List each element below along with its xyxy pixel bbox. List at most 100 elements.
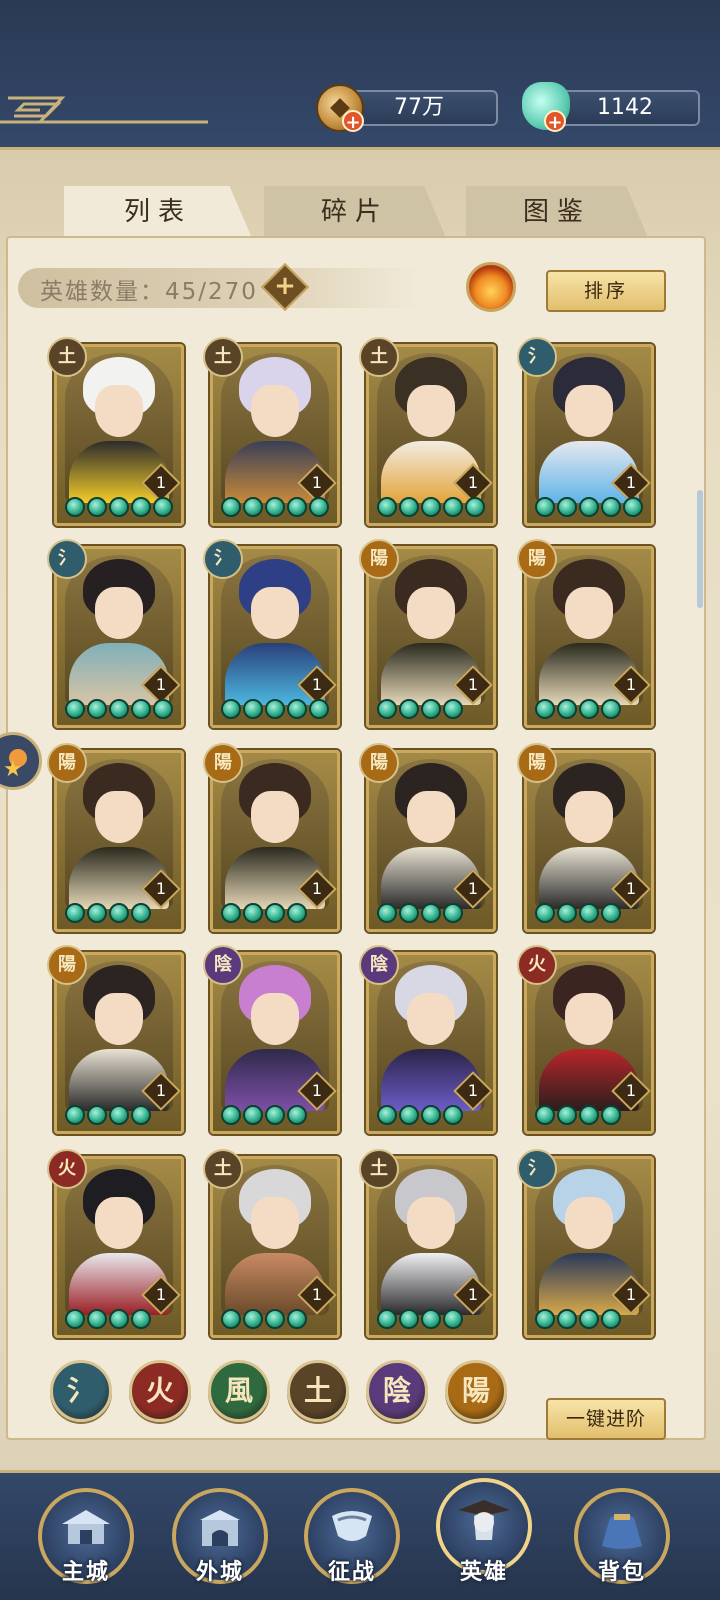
hero-level: 1 bbox=[311, 473, 323, 492]
jade-star-icon bbox=[465, 497, 485, 517]
jade-star-icon bbox=[579, 1309, 599, 1329]
fire-element-icon: 火 bbox=[517, 945, 557, 985]
hero-stars bbox=[535, 903, 621, 925]
water-element-icon: 氵 bbox=[203, 539, 243, 579]
jade-star-icon bbox=[243, 699, 263, 719]
jade-star-icon bbox=[131, 1309, 151, 1329]
yang-element-icon: 陽 bbox=[359, 539, 399, 579]
hero-card[interactable]: 陽1 bbox=[517, 539, 654, 728]
add-coin-icon[interactable]: + bbox=[342, 110, 364, 133]
hero-stars bbox=[65, 1309, 151, 1331]
hero-stars bbox=[535, 1309, 621, 1331]
jade-star-icon bbox=[221, 497, 241, 517]
hero-card[interactable]: 氵1 bbox=[517, 1149, 654, 1338]
jade-star-icon bbox=[443, 497, 463, 517]
plus-icon: + bbox=[274, 271, 296, 301]
hero-stars bbox=[377, 903, 463, 925]
hero-card[interactable]: 土1 bbox=[203, 337, 340, 526]
jade-star-icon bbox=[287, 903, 307, 923]
hero-card[interactable]: 土1 bbox=[359, 337, 496, 526]
hero-card[interactable]: 陽1 bbox=[203, 743, 340, 932]
jade-star-icon bbox=[109, 1105, 129, 1125]
jade-star-icon bbox=[287, 699, 307, 719]
nav-outer-city-label: 外城 bbox=[195, 1560, 244, 1585]
hero-card[interactable]: 陰1 bbox=[203, 945, 340, 1134]
jade-star-icon bbox=[65, 699, 85, 719]
jade-star-icon bbox=[65, 903, 85, 923]
hero-level: 1 bbox=[155, 473, 167, 492]
element-filter-bar: 氵火風土陰陽 bbox=[50, 1360, 520, 1430]
hero-card[interactable]: 陰1 bbox=[359, 945, 496, 1134]
jade-star-icon bbox=[221, 1105, 241, 1125]
hero-card[interactable]: 土1 bbox=[47, 337, 184, 526]
hero-card[interactable]: 氵1 bbox=[203, 539, 340, 728]
filter-earth-icon[interactable]: 土 bbox=[287, 1360, 349, 1422]
jade-star-icon bbox=[265, 1309, 285, 1329]
tab-list[interactable]: 列表 bbox=[64, 186, 252, 238]
jade-star-icon bbox=[109, 497, 129, 517]
yang-element-icon: 陽 bbox=[47, 945, 87, 985]
hero-card[interactable]: 火1 bbox=[517, 945, 654, 1134]
hero-card[interactable]: 陽1 bbox=[517, 743, 654, 932]
jade-star-icon bbox=[535, 903, 555, 923]
jade-star-icon bbox=[243, 1105, 263, 1125]
hero-card[interactable]: 土1 bbox=[203, 1149, 340, 1338]
flame-icon[interactable] bbox=[466, 262, 516, 312]
earth-element-icon: 土 bbox=[359, 337, 399, 377]
hero-card[interactable]: 土1 bbox=[359, 1149, 496, 1338]
jade-star-icon bbox=[557, 699, 577, 719]
yin-element-icon: 陰 bbox=[203, 945, 243, 985]
jade-star-icon bbox=[265, 497, 285, 517]
jade-star-icon bbox=[535, 497, 555, 517]
yang-element-icon: 陽 bbox=[47, 743, 87, 783]
earth-element-icon: 土 bbox=[47, 337, 87, 377]
jade-star-icon bbox=[535, 1105, 555, 1125]
jade-star-icon bbox=[309, 699, 329, 719]
hero-card[interactable]: 氵1 bbox=[47, 539, 184, 728]
add-jade-icon[interactable]: + bbox=[544, 110, 566, 133]
jade-star-icon bbox=[377, 903, 397, 923]
hero-stars bbox=[377, 497, 485, 519]
tab-fragments[interactable]: 碎片 bbox=[264, 186, 446, 238]
yang-element-icon: 陽 bbox=[359, 743, 399, 783]
water-element-icon: 氵 bbox=[517, 1149, 557, 1189]
filter-yin-icon[interactable]: 陰 bbox=[366, 1360, 428, 1422]
hero-level: 1 bbox=[155, 879, 167, 898]
jade-star-icon bbox=[221, 1309, 241, 1329]
jade-star-icon bbox=[601, 903, 621, 923]
water-element-icon: 氵 bbox=[47, 539, 87, 579]
hero-stars bbox=[221, 1309, 307, 1331]
jade-star-icon bbox=[287, 497, 307, 517]
tab-codex[interactable]: 图鉴 bbox=[466, 186, 648, 238]
filter-yang-icon[interactable]: 陽 bbox=[445, 1360, 507, 1422]
filter-water-icon[interactable]: 氵 bbox=[50, 1360, 112, 1422]
jade-star-icon bbox=[377, 1105, 397, 1125]
hero-card[interactable]: 陽1 bbox=[359, 539, 496, 728]
jade-star-icon bbox=[421, 903, 441, 923]
jade-star-icon bbox=[579, 699, 599, 719]
hero-card[interactable]: 陽1 bbox=[47, 945, 184, 1134]
jade-star-icon bbox=[131, 903, 151, 923]
hero-grid: 土1土1土1氵1氵1氵1陽1陽1陽1陽1陽1陽1陽1陰1陰1火1火1土1土1氵1 bbox=[47, 337, 670, 1354]
filter-fire-icon[interactable]: 火 bbox=[129, 1360, 191, 1422]
jade-star-icon bbox=[535, 1309, 555, 1329]
scrollbar[interactable] bbox=[697, 490, 703, 608]
jade-star-icon bbox=[557, 497, 577, 517]
sort-button[interactable]: 排序 bbox=[546, 270, 666, 312]
jade-star-icon bbox=[65, 1309, 85, 1329]
jade-star-icon bbox=[601, 699, 621, 719]
one-click-advance-button[interactable]: 一键进阶 bbox=[546, 1398, 666, 1440]
filter-wind-icon[interactable]: 風 bbox=[208, 1360, 270, 1422]
hero-stars bbox=[221, 903, 307, 925]
hero-card[interactable]: 氵1 bbox=[517, 337, 654, 526]
hero-stars bbox=[221, 1105, 307, 1127]
hero-card[interactable]: 陽1 bbox=[47, 743, 184, 932]
hero-level: 1 bbox=[625, 1285, 637, 1304]
hero-card[interactable]: 陽1 bbox=[359, 743, 496, 932]
hero-stars bbox=[65, 1105, 151, 1127]
jade-star-icon bbox=[243, 497, 263, 517]
jade-star-icon bbox=[443, 1309, 463, 1329]
hero-level: 1 bbox=[467, 879, 479, 898]
jade-star-icon bbox=[65, 497, 85, 517]
hero-card[interactable]: 火1 bbox=[47, 1149, 184, 1338]
